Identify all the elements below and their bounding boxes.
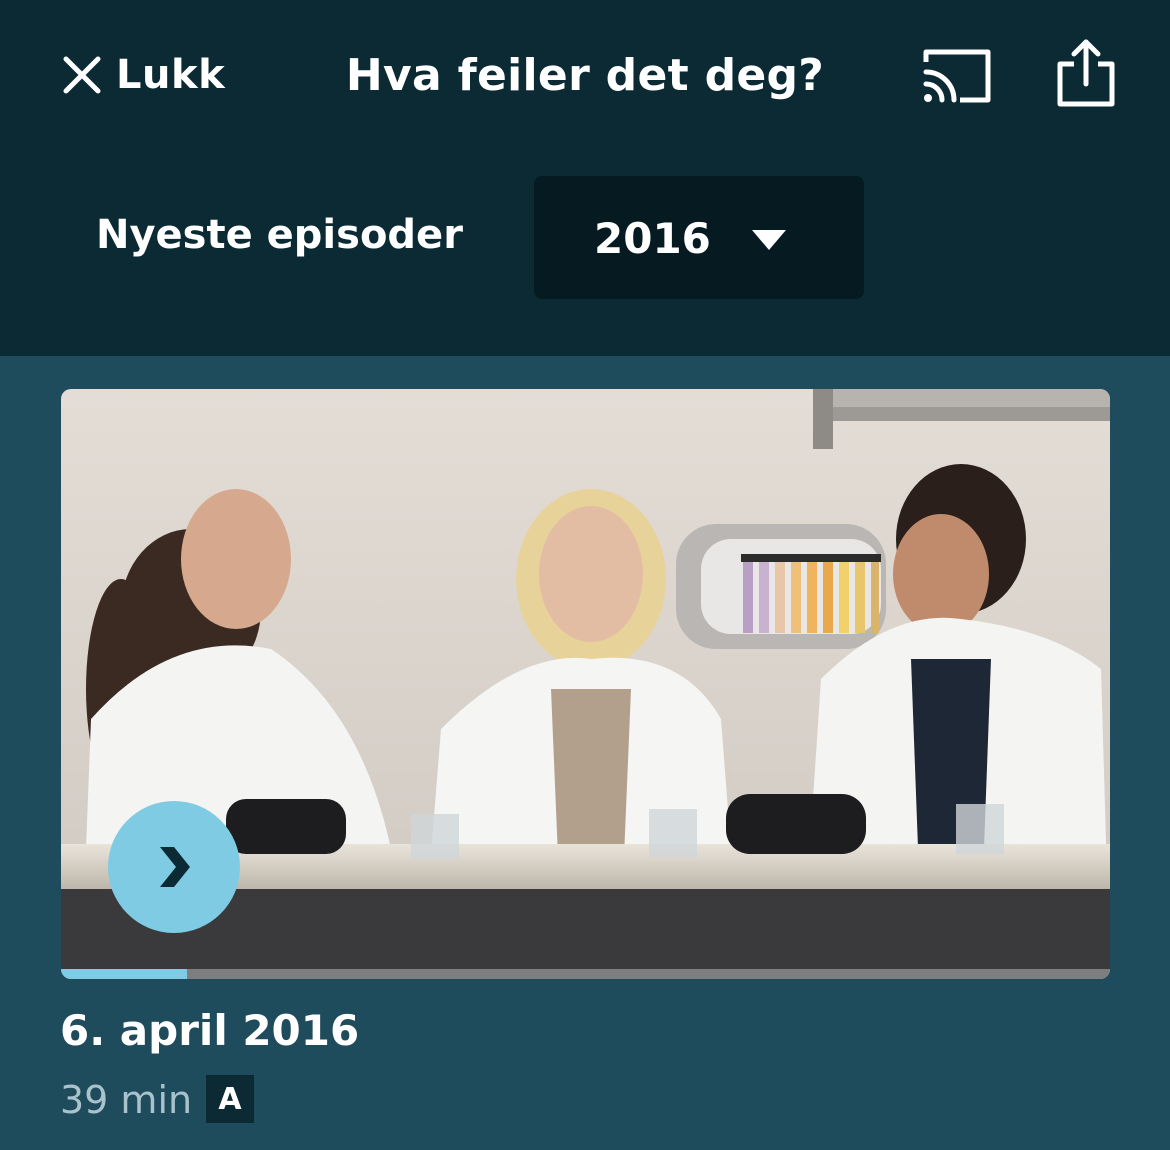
play-button[interactable] <box>108 801 240 933</box>
cast-button[interactable] <box>920 44 994 106</box>
age-rating-badge: A <box>206 1075 254 1123</box>
play-icon <box>160 847 190 887</box>
chevron-down-icon <box>752 230 786 250</box>
share-icon <box>1057 39 1115 107</box>
episode-duration: 39 min <box>60 1078 193 1122</box>
page-title: Hva feiler det deg? <box>345 50 825 101</box>
progress-bar <box>61 969 1110 979</box>
close-button[interactable]: Lukk <box>62 50 225 100</box>
close-icon <box>62 55 102 95</box>
season-select[interactable]: 2016 <box>534 176 864 299</box>
close-label: Lukk <box>116 52 226 98</box>
share-button[interactable] <box>1054 38 1118 108</box>
cast-icon <box>923 49 991 103</box>
season-label: Nyeste episoder <box>96 212 463 258</box>
episode-date: 6. april 2016 <box>60 1006 360 1055</box>
top-bar: Lukk Hva feiler det deg? Nyeste episoder… <box>0 0 1170 356</box>
season-value: 2016 <box>594 214 711 263</box>
progress-fill <box>61 969 187 979</box>
